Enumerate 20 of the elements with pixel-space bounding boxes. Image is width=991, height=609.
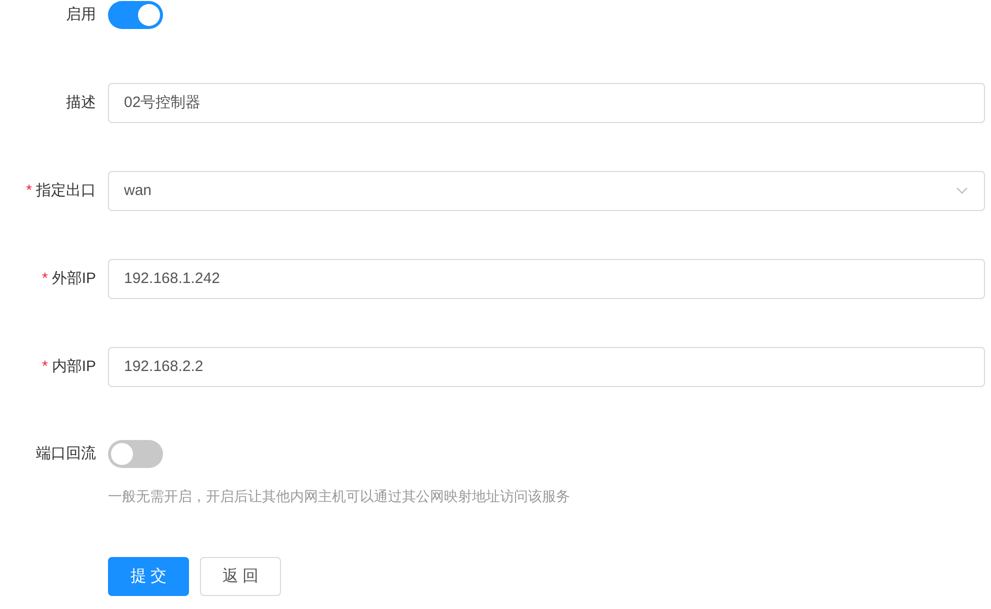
select-field[interactable]: wan	[108, 171, 985, 211]
input-field[interactable]: 02号控制器	[108, 83, 985, 123]
input-field[interactable]: 192.168.1.242	[108, 259, 985, 299]
field-label: 端口回流	[36, 444, 96, 464]
chevron-down-icon	[956, 187, 968, 195]
toggle-switch[interactable]	[108, 440, 163, 468]
required-mark: *	[26, 180, 32, 201]
input-field[interactable]: 192.168.2.2	[108, 347, 985, 387]
required-mark: *	[42, 356, 48, 377]
toggle-knob	[138, 4, 160, 26]
hint-text: 一般无需开启，开启后让其他内网主机可以通过其公网映射地址访问该服务	[108, 487, 571, 506]
field-label: 指定出口	[36, 180, 96, 201]
field-label: 外部IP	[52, 268, 96, 289]
toggle-switch[interactable]	[108, 1, 163, 29]
required-mark: *	[42, 268, 48, 289]
field-label: 描述	[66, 92, 96, 113]
toggle-knob	[111, 443, 133, 465]
field-label: 内部IP	[52, 356, 96, 377]
field-label: 启用	[66, 4, 96, 25]
back-button[interactable]: 返 回	[200, 557, 281, 596]
